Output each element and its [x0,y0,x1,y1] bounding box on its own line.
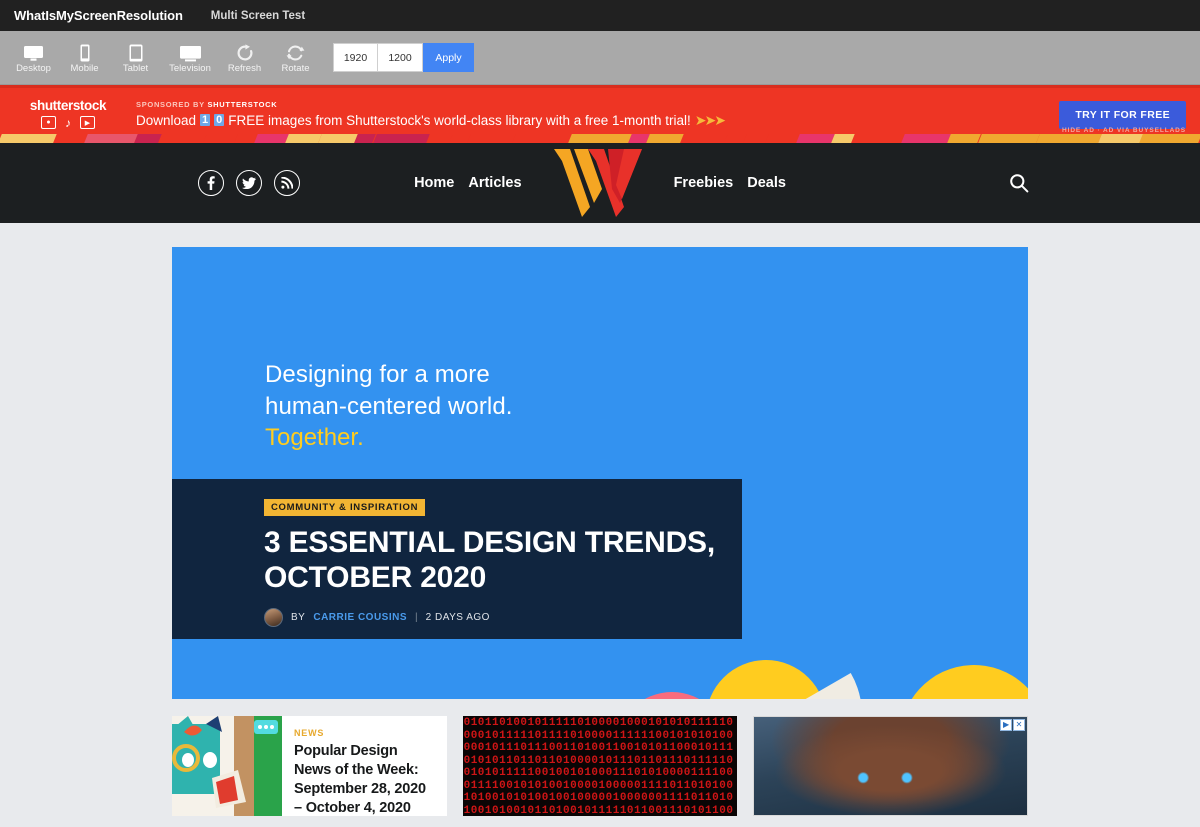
nav-link-home[interactable]: Home [414,175,454,191]
shutterstock-logo: shutterstock ● ♪ ▶ [22,98,114,130]
desktop-icon [23,41,44,62]
nav-link-freebies[interactable]: Freebies [674,175,734,191]
search-icon[interactable] [1004,168,1034,198]
article-card[interactable]: 0101101001011111010000100010101011111000… [463,716,738,816]
camera-icon: ● [41,116,56,129]
ad-copy: SPONSORED BY SHUTTERSTOCK Download 10 FR… [136,100,724,129]
byline-author-link[interactable]: CARRIE COUSINS [313,612,407,623]
device-button-refresh[interactable]: Refresh [219,41,270,74]
device-toolbar: Desktop Mobile Tablet Television Refresh… [0,31,1200,85]
device-button-television[interactable]: Television [161,41,219,74]
avatar [264,608,283,627]
ad-legal-links[interactable]: HIDE AD · AD VIA BUYSELLADS [1062,127,1186,134]
ad-top-rule [0,85,1200,88]
article-card-body: NEWS Popular Design News of the Week: Se… [282,716,447,816]
nav-link-articles[interactable]: Articles [468,175,521,191]
video-icon: ▶ [80,116,95,129]
adchoices-info-icon[interactable]: ▶ [1000,719,1012,731]
device-label-rotate: Rotate [282,64,310,74]
close-icon[interactable]: ✕ [1013,719,1025,731]
binary-code-thumbnail: 0101101001011111010000100010101011111000… [463,716,738,816]
shutterstock-media-icons: ● ♪ ▶ [41,116,95,130]
byline-separator: | [415,612,418,623]
byline-by-label: BY [291,612,305,623]
badge-one: 1 [200,114,210,126]
browser-title-bar: WhatIsMyScreenResolution Multi Screen Te… [0,0,1200,31]
device-button-mobile[interactable]: Mobile [59,41,110,74]
twitter-icon[interactable] [236,170,262,196]
hero-promo-line-3: Together. [265,422,513,454]
device-button-rotate[interactable]: Rotate [270,41,321,74]
adchoices-controls: ▶ ✕ [1000,719,1025,731]
apply-button[interactable]: Apply [423,43,474,72]
hero-featured-article[interactable]: Designing for a more human-centered worl… [172,247,1028,699]
width-input[interactable] [333,43,378,72]
tablet-icon [129,41,143,62]
byline-timestamp: 2 DAYS AGO [426,612,490,623]
ad-sponsored-prefix: SPONSORED BY [136,100,207,109]
hero-title-line-1: 3 ESSENTIAL DESIGN TRENDS, [264,525,742,560]
hero-promo-line-1: Designing for a more [265,359,513,391]
site-brand[interactable]: WhatIsMyScreenResolution [14,8,183,23]
article-card[interactable]: NEWS Popular Design News of the Week: Se… [172,716,447,816]
device-label-mobile: Mobile [71,64,99,74]
hero-promo-copy: Designing for a more human-centered worl… [265,359,513,454]
cat-illustration-thumbnail [172,716,282,816]
hero-category-badge[interactable]: COMMUNITY & INSPIRATION [264,499,425,516]
ad-sponsored-brand: SHUTTERSTOCK [207,100,277,109]
device-button-desktop[interactable]: Desktop [8,41,59,74]
nav-link-deals[interactable]: Deals [747,175,786,191]
ad-headline-before: Download [136,113,196,128]
facebook-icon[interactable] [198,170,224,196]
rss-icon[interactable] [274,170,300,196]
hero-title-line-2: OCTOBER 2020 [264,560,742,595]
nav-multi-screen-test[interactable]: Multi Screen Test [211,10,305,22]
article-card-title[interactable]: Popular Design News of the Week: Septemb… [294,742,437,816]
hero-title[interactable]: 3 ESSENTIAL DESIGN TRENDS, OCTOBER 2020 [264,525,742,595]
webdesignerdepot-w-logo[interactable] [550,147,646,219]
hero-overlay: COMMUNITY & INSPIRATION 3 ESSENTIAL DESI… [172,479,742,639]
ad-sponsored-label: SPONSORED BY SHUTTERSTOCK [136,100,724,109]
ad-headline-after: FREE images from Shutterstock's world-cl… [228,113,690,128]
ad-decorative-stripes [0,134,1200,143]
refresh-icon [236,41,254,62]
height-input[interactable] [378,43,423,72]
sponsor-ad-banner[interactable]: shutterstock ● ♪ ▶ SPONSORED BY SHUTTERS… [0,85,1200,143]
device-label-tablet: Tablet [123,64,148,74]
hero-promo-line-2: human-centered world. [265,391,513,423]
shutterstock-wordmark: shutterstock [30,98,106,113]
resolution-inputs: Apply [333,43,474,72]
social-links [198,170,300,196]
main-content: Designing for a more human-centered worl… [0,247,1200,816]
device-label-television: Television [169,64,211,74]
device-button-tablet[interactable]: Tablet [110,41,161,74]
article-cards-row: NEWS Popular Design News of the Week: Se… [172,716,1028,816]
mobile-icon [80,41,90,62]
badge-zero: 0 [214,114,224,126]
site-header: Home Articles Freebies Deals [0,143,1200,223]
arrow-icons: ➤➤➤ [695,112,724,129]
game-creature-ad [754,717,1027,815]
music-note-icon: ♪ [65,116,71,130]
advertisement-card[interactable]: ▶ ✕ [753,716,1028,816]
ad-cta-button[interactable]: TRY IT FOR FREE [1059,101,1186,129]
ad-headline: Download 10 FREE images from Shutterstoc… [136,112,724,129]
page-viewport: shutterstock ● ♪ ▶ SPONSORED BY SHUTTERS… [0,85,1200,827]
device-label-refresh: Refresh [228,64,261,74]
device-label-desktop: Desktop [16,64,51,74]
television-icon [179,41,202,62]
article-card-category[interactable]: NEWS [294,728,437,738]
rotate-icon [286,41,305,62]
hero-byline: BY CARRIE COUSINS | 2 DAYS AGO [264,608,742,627]
